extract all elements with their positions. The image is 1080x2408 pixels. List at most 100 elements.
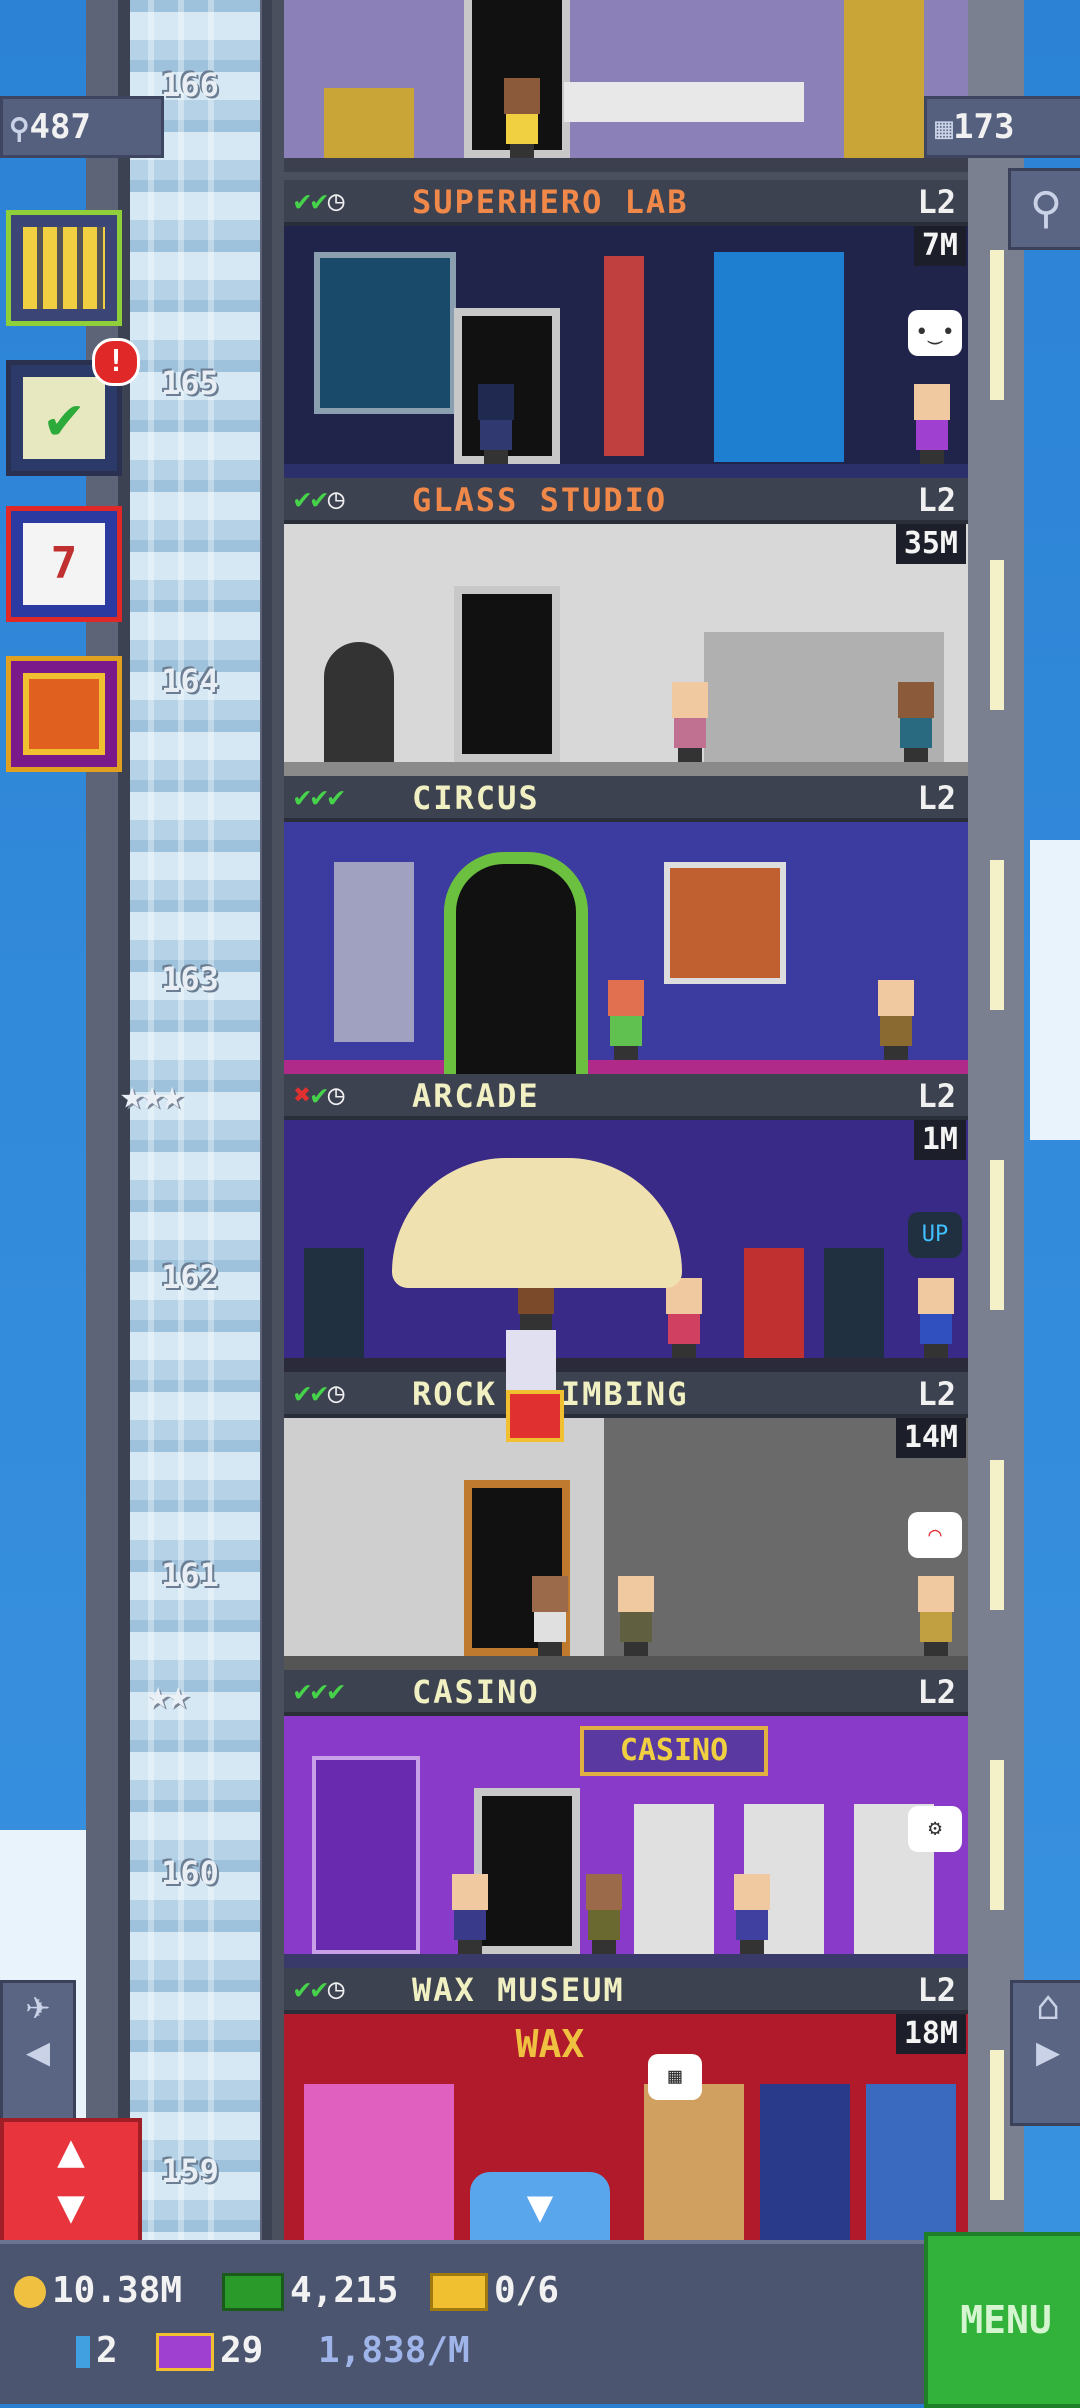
floor-name: CIRCUS (412, 779, 540, 817)
floor-superhero-lab[interactable]: ✔✔◷ SUPERHERO LAB L2 7M •‿• (284, 180, 968, 478)
floor-number: 165 (161, 364, 219, 402)
speech-bubble[interactable]: UP (908, 1212, 962, 1258)
vault-door-prop (312, 1756, 420, 1954)
slot-machine-prop (634, 1804, 714, 1954)
speech-bubble[interactable]: ▦ (648, 2054, 702, 2100)
elevator-cable (148, 0, 238, 2240)
floor-level: L2 (917, 1971, 956, 2009)
bitizen[interactable] (874, 980, 918, 1060)
arcade-cabinet-prop (824, 1248, 884, 1358)
income-rate: 1,838/M (318, 2330, 470, 2371)
floor-header: ✔✔◷ ROCK CLIMBING L2 (284, 1372, 968, 1418)
restock-timer: 7M (913, 226, 966, 266)
ticket-icon (430, 2273, 488, 2311)
column-light (990, 2050, 1004, 2200)
speech-bubble[interactable]: ⌒ (908, 1512, 962, 1558)
search-icon[interactable]: ⚲ (1008, 168, 1080, 250)
floor-header: ✔✔✔ CASINO L2 (284, 1670, 968, 1716)
floor-number: 161 (161, 1556, 219, 1594)
bitizen[interactable] (604, 980, 648, 1060)
restock-timer: 35M (895, 524, 966, 564)
menu-button[interactable]: MENU (924, 2232, 1080, 2408)
build-floor-button[interactable] (6, 210, 122, 326)
floor-level: L2 (917, 1375, 956, 1413)
arrow-left-icon: ◀ (25, 2029, 51, 2075)
wax-display-prop (644, 2084, 744, 2264)
wax-display-prop (304, 2084, 454, 2264)
wax-sign: WAX (515, 2022, 585, 2066)
arrow-right-icon: ▶ (1035, 2029, 1061, 2075)
gift-button[interactable] (6, 656, 122, 772)
floor-rock-climbing[interactable]: ✔✔◷ ROCK CLIMBING L2 14M ⌒ (284, 1372, 968, 1670)
floor-number: 164 (161, 662, 219, 700)
bitizen[interactable] (614, 1576, 658, 1656)
bitizen[interactable] (914, 1576, 958, 1656)
column-light (990, 1160, 1004, 1310)
bitizen[interactable] (910, 384, 954, 464)
arcade-cabinet-prop (304, 1248, 364, 1358)
arcade-cabinet-prop (744, 1248, 804, 1358)
furnace-prop (324, 642, 394, 762)
notification-badge: ! (92, 338, 140, 386)
dna-tube-prop (604, 256, 644, 456)
casino-sign: CASINO (580, 1726, 768, 1776)
floor-glass-studio[interactable]: ✔✔◷ GLASS STUDIO L2 35M (284, 478, 968, 776)
column-light (990, 1460, 1004, 1610)
floor-counter[interactable]: ▦173 (924, 96, 1080, 158)
floor-name: CASINO (412, 1673, 540, 1711)
hologram-prop (714, 252, 844, 462)
floor-status-icons: ✔✔◷ (294, 1376, 345, 1409)
lobby-nav-button[interactable]: ✈ ◀ (0, 1980, 76, 2126)
room-casino: CASINO (284, 1716, 968, 1968)
bux-counter[interactable]: 4,215 (222, 2270, 398, 2311)
wax-display-prop (760, 2084, 850, 2264)
coins-counter[interactable]: 10.38M (14, 2270, 182, 2311)
floor-header: ✔✔◷ WAX MUSEUM L2 (284, 1968, 968, 2014)
floor-name: GLASS STUDIO (412, 481, 668, 519)
restock-timer: 1M (913, 1120, 966, 1160)
speech-bubble[interactable]: •‿• (908, 310, 962, 356)
bitizen[interactable] (582, 1874, 626, 1954)
restock-timer: 18M (895, 2014, 966, 2054)
bitizen[interactable] (528, 1576, 572, 1656)
key-icon (76, 2336, 90, 2368)
floor-166[interactable] (284, 0, 968, 178)
bitizen[interactable] (914, 1278, 958, 1358)
floor-wax-museum[interactable]: ✔✔◷ WAX MUSEUM L2 18M WAX ▦ (284, 1968, 968, 2266)
parachute-bitizen[interactable] (506, 1330, 556, 1390)
floor-level: L2 (917, 1077, 956, 1115)
tickets-counter[interactable]: 0/6 (430, 2270, 559, 2311)
elevator-button[interactable]: ▲ ▼ (0, 2118, 142, 2248)
floor-header: ✔✔✔ CIRCUS L2 (284, 776, 968, 822)
gift-icon (23, 673, 105, 755)
room-wax-museum: WAX (284, 2014, 968, 2266)
speech-bubble[interactable]: ⚙ (908, 1806, 962, 1852)
bitizen[interactable] (500, 78, 544, 158)
machine-prop (844, 0, 924, 158)
keys-counter[interactable]: 2 (76, 2330, 118, 2371)
floor-number: 160 (161, 1854, 219, 1892)
counter-prop (564, 82, 804, 122)
bitizen[interactable] (730, 1874, 774, 1954)
bitizen[interactable] (474, 384, 518, 464)
scroll-down-button[interactable]: ▼ (470, 2172, 610, 2242)
door (454, 586, 560, 762)
golden-tickets-counter[interactable]: 29 (156, 2330, 263, 2371)
floor-circus[interactable]: ✔✔✔ CIRCUS L2 (284, 776, 968, 1074)
floor-casino[interactable]: ✔✔✔ CASINO L2 CASINO ⚙ (284, 1670, 968, 1968)
population-counter[interactable]: ⚲487 (0, 96, 164, 158)
monitor-prop (314, 252, 456, 414)
roof-nav-button[interactable]: ⌂ ▶ (1010, 1980, 1080, 2126)
gift-box-icon[interactable] (506, 1390, 564, 1442)
star-rating-icon: ★★★ (120, 1072, 184, 1118)
floor-header: ✔✔◷ GLASS STUDIO L2 (284, 478, 968, 524)
floor-name: ARCADE (412, 1077, 540, 1115)
bitizen[interactable] (894, 682, 938, 762)
floor-level: L2 (917, 779, 956, 817)
bitizen[interactable] (668, 682, 712, 762)
room-166 (284, 0, 968, 172)
floor-level: L2 (917, 481, 956, 519)
bitizen[interactable] (662, 1278, 706, 1358)
bitizen[interactable] (448, 1874, 492, 1954)
calendar-button[interactable]: 7 (6, 506, 122, 622)
